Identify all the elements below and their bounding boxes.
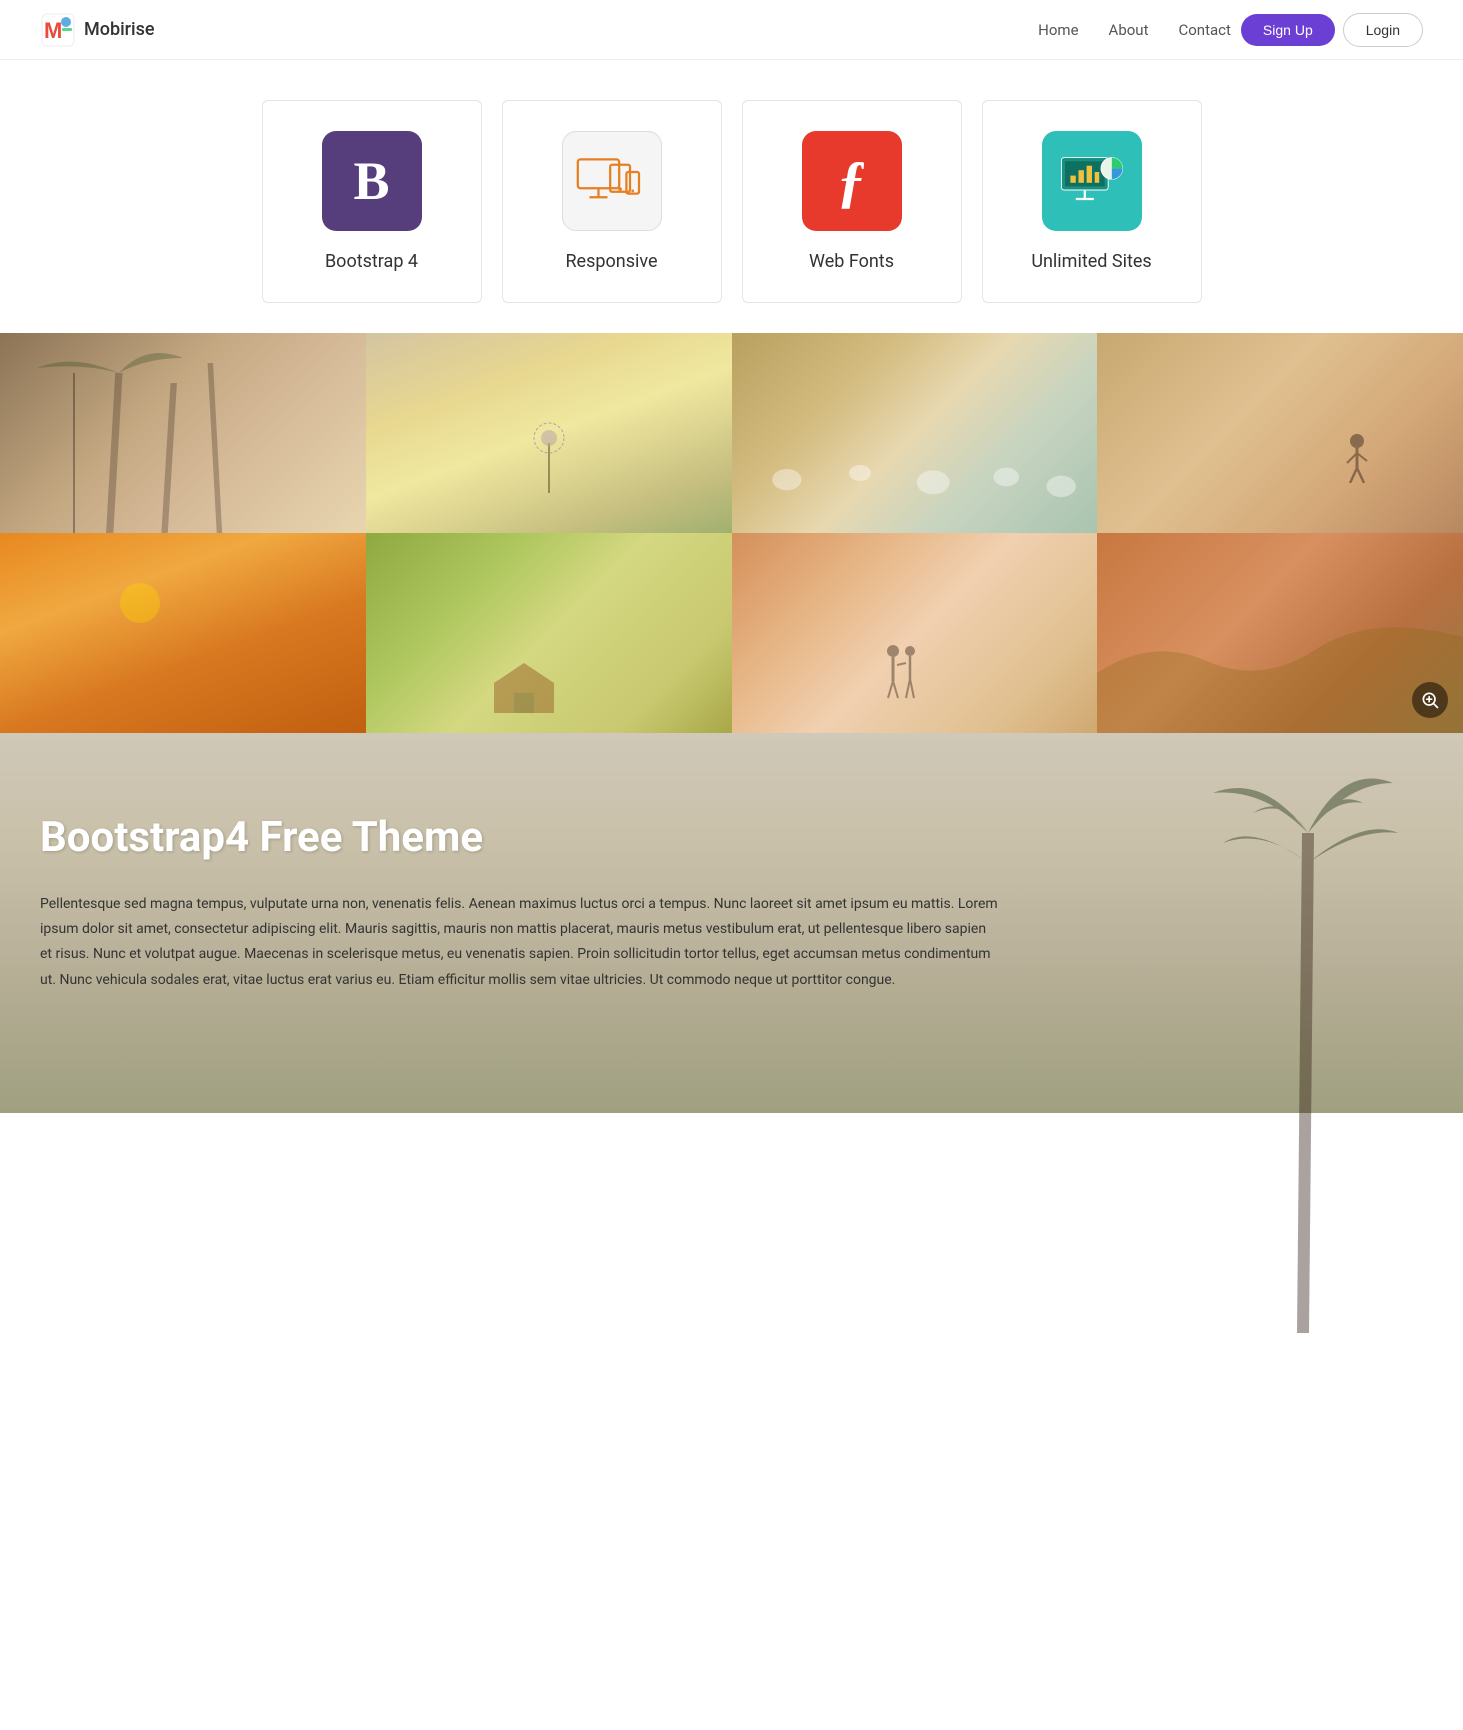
svg-text:M: M: [44, 18, 62, 43]
gallery-section: [0, 333, 1463, 733]
feature-card-bootstrap: B Bootstrap 4: [262, 100, 482, 303]
features-section: B Bootstrap 4 Responsive ƒ Web Fo: [0, 60, 1463, 333]
feature-card-webfonts: ƒ Web Fonts: [742, 100, 962, 303]
webfonts-icon-bg: ƒ: [802, 131, 902, 231]
brand-link[interactable]: M Mobirise: [40, 12, 155, 48]
webfonts-label: Web Fonts: [809, 251, 894, 272]
nav-about[interactable]: About: [1109, 21, 1149, 39]
brand-logo-icon: M: [40, 12, 76, 48]
navbar: M Mobirise Home About Contact Sign Up Lo…: [0, 0, 1463, 60]
gallery-item-4[interactable]: [1097, 333, 1463, 533]
responsive-icon-bg: [562, 131, 662, 231]
signup-button[interactable]: Sign Up: [1241, 14, 1335, 46]
unlimited-icon-bg: [1042, 131, 1142, 231]
nav-home[interactable]: Home: [1038, 21, 1078, 39]
feature-card-unlimited: Unlimited Sites: [982, 100, 1202, 303]
responsive-label: Responsive: [565, 251, 657, 272]
nav-links: Home About Contact: [1038, 20, 1231, 39]
gallery-item-3[interactable]: [732, 333, 1098, 533]
bootstrap-icon-bg: B: [322, 131, 422, 231]
gallery-item-2[interactable]: [366, 333, 732, 533]
gallery-item-5[interactable]: [0, 533, 366, 733]
bootstrap-label: Bootstrap 4: [325, 251, 418, 272]
content-heading: Bootstrap4 Free Theme: [40, 813, 1423, 862]
brand-name-text: Mobirise: [84, 19, 155, 40]
login-button[interactable]: Login: [1343, 13, 1423, 47]
content-body: Pellentesque sed magna tempus, vulputate…: [40, 892, 1000, 993]
content-section: Bootstrap4 Free Theme Pellentesque sed m…: [0, 733, 1463, 1113]
nav-contact[interactable]: Contact: [1178, 21, 1230, 39]
feature-card-responsive: Responsive: [502, 100, 722, 303]
zoom-icon[interactable]: [1412, 682, 1448, 718]
bootstrap-b-icon: B: [353, 150, 389, 212]
unlimited-label: Unlimited Sites: [1031, 251, 1151, 272]
unlimited-sites-icon: [1056, 151, 1128, 211]
gallery-item-8[interactable]: [1097, 533, 1463, 733]
gallery-item-7[interactable]: [732, 533, 1098, 733]
responsive-devices-icon: [576, 151, 648, 211]
gallery-item-1[interactable]: [0, 333, 366, 533]
webfonts-f-icon: ƒ: [837, 148, 866, 215]
gallery-item-6[interactable]: [366, 533, 732, 733]
